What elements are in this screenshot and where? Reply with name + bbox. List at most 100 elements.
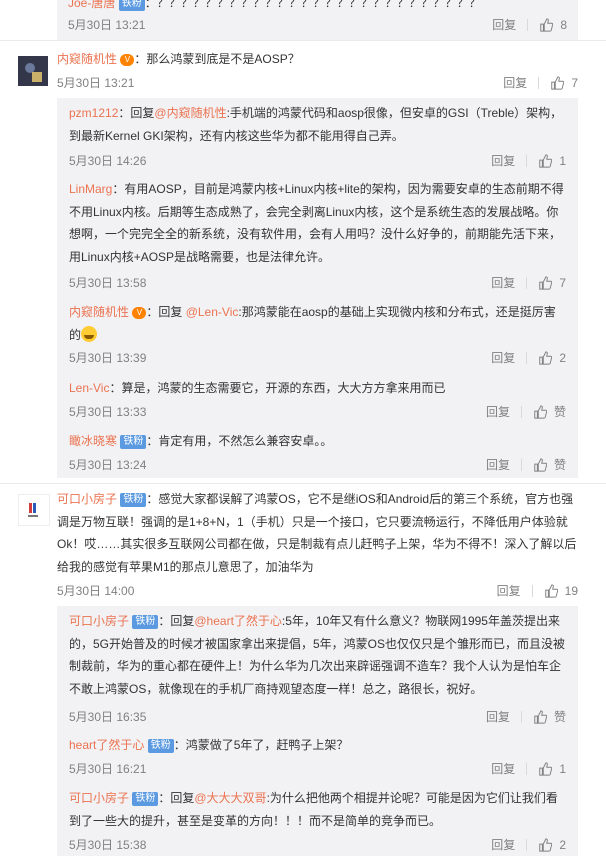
- like-button[interactable]: 2: [538, 351, 566, 365]
- mention-link[interactable]: @Len-Vic: [186, 305, 239, 319]
- thumbs-up-icon: [544, 583, 558, 598]
- like-count: 7: [571, 75, 578, 90]
- divider: [0, 40, 606, 41]
- comment-username[interactable]: 可口小房子: [57, 492, 117, 506]
- comment-username[interactable]: Joe-唐唐: [68, 0, 115, 10]
- comment-username[interactable]: 内窥随机性: [57, 52, 117, 66]
- replies-box: 可口小房子 铁粉 ：回复@heart了然于心:5年，10年又有什么意义？物联网19…: [57, 606, 578, 856]
- reply-prefix: ：回复: [158, 614, 195, 628]
- reply-button[interactable]: 回复: [491, 349, 515, 366]
- like-button[interactable]: 1: [538, 154, 566, 168]
- reply-prefix: ：回复: [146, 305, 186, 319]
- reply-date: 5月30日 13:58: [69, 276, 147, 290]
- avatar[interactable]: [18, 494, 50, 526]
- comment-date: 5月30日 13:21: [68, 18, 146, 32]
- fan-badge: 铁粉: [120, 435, 147, 449]
- avatar-image: [19, 495, 49, 525]
- reply-item: 瞰冰晓寒 铁粉 ：肯定有用，不然怎么兼容安卓。。 5月30日 13:24 回复 赞: [69, 430, 566, 476]
- reply-button[interactable]: 回复: [491, 152, 515, 169]
- reply-username[interactable]: 内窥随机性: [69, 305, 129, 319]
- thumbs-up-icon: [539, 275, 553, 290]
- divider: [0, 483, 606, 484]
- like-button[interactable]: 8: [539, 18, 567, 32]
- reply-button[interactable]: 回复: [491, 836, 515, 853]
- reply-item: 可口小房子 铁粉 ：回复@heart了然于心:5年，10年又有什么意义？物联网19…: [69, 610, 566, 728]
- reply-text: ：有用AOSP，目前是鸿蒙内核+Linux内核+lite的架构，因为需要安卓的生…: [69, 182, 564, 264]
- like-count: 赞: [553, 458, 566, 472]
- reply-item: 内窥随机性 V ：回复 @Len-Vic:那鸿蒙能在aosp的基础上实现微内核和分…: [69, 301, 566, 371]
- reply-button[interactable]: 回复: [486, 456, 510, 473]
- like-count: 2: [559, 350, 566, 365]
- laugh-emoji-icon: [81, 325, 98, 342]
- fan-badge: 铁粉: [118, 0, 145, 11]
- reply-username[interactable]: 可口小房子: [69, 791, 129, 805]
- reply-prefix: ：回复: [158, 791, 195, 805]
- vip-badge-icon: V: [120, 54, 135, 66]
- reply-box: Joe-唐唐 铁粉：？？？？？？？？？？？？？？？？？？？？？？？？？？？ 5月…: [57, 0, 578, 40]
- reply-button[interactable]: 回复: [486, 403, 510, 420]
- reply-button[interactable]: 回复: [491, 760, 515, 777]
- fan-badge: 铁粉: [147, 739, 174, 753]
- divider: [526, 276, 528, 289]
- divider: [526, 351, 528, 364]
- divider: [538, 76, 540, 89]
- reply-date: 5月30日 13:33: [69, 405, 147, 419]
- thumbs-up-icon: [539, 350, 553, 365]
- like-button[interactable]: 赞: [533, 708, 566, 725]
- like-button[interactable]: 7: [550, 76, 578, 90]
- reply-item: heart了然于心 铁粉 ：鸿蒙做了5年了，赶鸭子上架？ 5月30日 16:21 …: [69, 734, 566, 780]
- reply-date: 5月30日 16:35: [69, 710, 147, 724]
- divider: [526, 154, 528, 167]
- fan-badge: 铁粉: [132, 615, 159, 629]
- divider: [520, 458, 522, 471]
- like-button[interactable]: 7: [538, 276, 566, 290]
- like-count: 19: [564, 583, 578, 598]
- like-button[interactable]: 1: [538, 762, 566, 776]
- reply-button[interactable]: 回复: [492, 16, 516, 33]
- comment-item: 可口小房子 铁粉 ：感觉大家都误解了鸿蒙OS，它不是继iOS和Android后的第…: [57, 488, 578, 602]
- divider: [531, 584, 533, 597]
- thumbs-up-icon: [534, 457, 547, 472]
- reply-date: 5月30日 15:38: [69, 838, 147, 852]
- divider: [526, 762, 528, 775]
- reply-username[interactable]: heart了然于心: [69, 738, 144, 752]
- fan-badge: 铁粉: [132, 792, 159, 806]
- reply-text: ：鸿蒙做了5年了，赶鸭子上架？: [173, 738, 349, 752]
- like-count: 赞: [553, 405, 566, 419]
- reply-username[interactable]: LinMarg: [69, 182, 112, 196]
- thumbs-up-icon: [534, 709, 547, 724]
- like-count: 1: [559, 761, 566, 776]
- vip-badge-icon: V: [132, 307, 147, 319]
- like-button[interactable]: 2: [538, 838, 566, 852]
- reply-username[interactable]: pzm1212: [69, 106, 118, 120]
- thumbs-up-icon: [539, 837, 553, 852]
- like-button[interactable]: 19: [544, 584, 578, 598]
- fan-badge: 铁粉: [120, 493, 147, 507]
- avatar[interactable]: [18, 56, 48, 86]
- mention-link[interactable]: @内窥随机性: [154, 106, 226, 120]
- reply-username[interactable]: Len-Vic: [69, 381, 109, 395]
- reply-date: 5月30日 13:24: [69, 458, 147, 472]
- reply-item: pzm1212：回复@内窥随机性:手机端的鸿蒙代码和aosp很像，但安卓的GSI…: [69, 102, 566, 172]
- reply-text: ：肯定有用，不然怎么兼容安卓。。: [146, 434, 333, 448]
- reply-username[interactable]: 瞰冰晓寒: [69, 434, 117, 448]
- reply-button[interactable]: 回复: [497, 582, 521, 599]
- reply-date: 5月30日 14:26: [69, 154, 147, 168]
- like-button[interactable]: 赞: [533, 403, 566, 420]
- reply-button[interactable]: 回复: [503, 74, 527, 91]
- like-count: 8: [560, 17, 567, 32]
- divider: [520, 710, 522, 723]
- mention-link[interactable]: @heart了然于心: [194, 614, 282, 628]
- reply-button[interactable]: 回复: [491, 274, 515, 291]
- thumbs-up-icon: [539, 153, 553, 168]
- like-button[interactable]: 赞: [533, 456, 566, 473]
- thumbs-up-icon: [539, 761, 553, 776]
- like-count: 7: [559, 275, 566, 290]
- reply-item: Len-Vic：算是，鸿蒙的生态需要它，开源的东西，大大方方拿来用而已 5月30…: [69, 377, 566, 423]
- reply-button[interactable]: 回复: [486, 708, 510, 725]
- reply-item: 可口小房子 铁粉 ：回复@大大大双哥:为什么把他两个相提并论呢？可能是因为它们让我…: [69, 787, 566, 853]
- reply-username[interactable]: 可口小房子: [69, 614, 129, 628]
- mention-link[interactable]: @大大大双哥: [194, 791, 266, 805]
- reply-date: 5月30日 16:21: [69, 762, 147, 776]
- reply-item: LinMarg：有用AOSP，目前是鸿蒙内核+Linux内核+lite的架构，因…: [69, 178, 566, 296]
